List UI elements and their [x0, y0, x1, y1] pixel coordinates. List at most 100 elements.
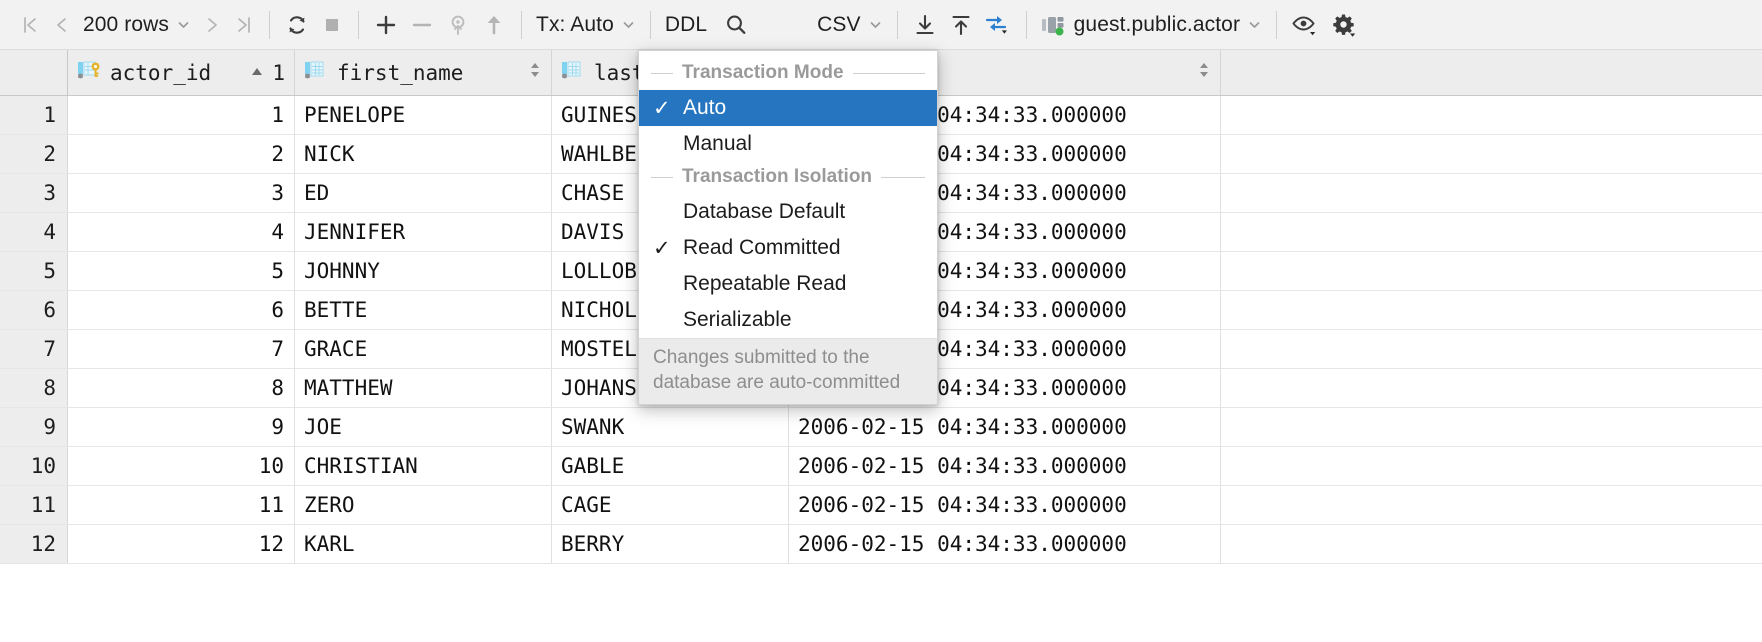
row-number-cell[interactable]: 4: [0, 213, 68, 251]
cell-first-name[interactable]: ED: [295, 174, 552, 212]
cell-first-name[interactable]: ZERO: [295, 486, 552, 524]
sort-toggle-icon[interactable]: [1197, 60, 1211, 85]
download-icon: [912, 12, 938, 38]
row-number-header: [0, 50, 68, 95]
cell-last-update[interactable]: 2006-02-15 04:34:33.000000: [789, 408, 1221, 446]
menu-section-title: Transaction Isolation: [639, 162, 937, 194]
sync-icon: [984, 12, 1012, 38]
cell-first-name[interactable]: PENELOPE: [295, 96, 552, 134]
cell-actor-id[interactable]: 5: [68, 252, 295, 290]
menu-sections: Transaction Mode ✓Auto Manual Transaction I…: [639, 58, 937, 338]
cell-last-name[interactable]: SWANK: [552, 408, 789, 446]
stop-button[interactable]: [315, 8, 349, 42]
menu-item-read-committed[interactable]: ✓Read Committed: [639, 230, 937, 266]
cell-last-name[interactable]: BERRY: [552, 525, 789, 563]
prev-page-button[interactable]: [46, 8, 78, 42]
cell-actor-id[interactable]: 12: [68, 525, 295, 563]
table-row[interactable]: 99JOESWANK2006-02-15 04:34:33.000000: [0, 408, 1762, 447]
connection-dropdown[interactable]: guest.public.actor: [1036, 8, 1267, 42]
table-row[interactable]: 1111ZEROCAGE2006-02-15 04:34:33.000000: [0, 486, 1762, 525]
eye-icon: [1291, 12, 1319, 38]
gear-icon: [1329, 12, 1359, 38]
revert-button[interactable]: [440, 8, 476, 42]
import-data-button[interactable]: [943, 8, 979, 42]
column-header-actor-id[interactable]: actor_id 1: [68, 50, 295, 95]
refresh-button[interactable]: [279, 8, 315, 42]
row-number-cell[interactable]: 9: [0, 408, 68, 446]
sync-dropdown-button[interactable]: [979, 8, 1017, 42]
data-grid-window: 200 rows: [0, 0, 1762, 642]
add-row-button[interactable]: [368, 8, 404, 42]
commit-button[interactable]: [476, 8, 512, 42]
menu-item-label: Serializable: [683, 308, 792, 332]
cell-first-name[interactable]: MATTHEW: [295, 369, 552, 407]
export-format-dropdown[interactable]: CSV: [812, 8, 887, 42]
connection-label: guest.public.actor: [1074, 13, 1240, 37]
cell-actor-id[interactable]: 9: [68, 408, 295, 446]
cell-actor-id[interactable]: 10: [68, 447, 295, 485]
cell-first-name[interactable]: JENNIFER: [295, 213, 552, 251]
row-number-cell[interactable]: 3: [0, 174, 68, 212]
row-number-cell[interactable]: 7: [0, 330, 68, 368]
menu-separator-line: [853, 73, 925, 74]
menu-item-database-default[interactable]: Database Default: [639, 194, 937, 230]
row-number-cell[interactable]: 6: [0, 291, 68, 329]
database-icon: [1041, 14, 1067, 36]
menu-item-repeatable-read[interactable]: Repeatable Read: [639, 266, 937, 302]
cell-actor-id[interactable]: 11: [68, 486, 295, 524]
row-number-cell[interactable]: 1: [0, 96, 68, 134]
cell-last-name[interactable]: CAGE: [552, 486, 789, 524]
cell-first-name[interactable]: CHRISTIAN: [295, 447, 552, 485]
menu-item-label: Database Default: [683, 200, 845, 224]
cell-last-update[interactable]: 2006-02-15 04:34:33.000000: [789, 525, 1221, 563]
cell-actor-id[interactable]: 2: [68, 135, 295, 173]
cell-actor-id[interactable]: 1: [68, 96, 295, 134]
toolbar-separator: [269, 11, 270, 39]
table-row[interactable]: 1212KARLBERRY2006-02-15 04:34:33.000000: [0, 525, 1762, 564]
cell-actor-id[interactable]: 4: [68, 213, 295, 251]
ddl-button[interactable]: DDL: [660, 8, 712, 42]
ddl-label: DDL: [665, 13, 707, 37]
toolbar-separator: [650, 11, 651, 39]
menu-item-label: Read Committed: [683, 236, 841, 260]
cell-last-name[interactable]: GABLE: [552, 447, 789, 485]
cell-first-name[interactable]: KARL: [295, 525, 552, 563]
cell-last-update[interactable]: 2006-02-15 04:34:33.000000: [789, 447, 1221, 485]
cell-first-name[interactable]: NICK: [295, 135, 552, 173]
cell-actor-id[interactable]: 6: [68, 291, 295, 329]
menu-separator-line: [881, 177, 925, 178]
menu-item-serializable[interactable]: Serializable: [639, 302, 937, 338]
row-number-cell[interactable]: 2: [0, 135, 68, 173]
cell-actor-id[interactable]: 3: [68, 174, 295, 212]
sort-toggle-icon[interactable]: [528, 60, 542, 85]
settings-button[interactable]: [1324, 8, 1364, 42]
row-number-cell[interactable]: 12: [0, 525, 68, 563]
cell-actor-id[interactable]: 7: [68, 330, 295, 368]
rows-count-dropdown[interactable]: 200 rows: [78, 8, 196, 42]
transaction-mode-dropdown[interactable]: Tx: Auto: [531, 8, 641, 42]
row-number-cell[interactable]: 10: [0, 447, 68, 485]
next-page-button[interactable]: [196, 8, 228, 42]
row-number-cell[interactable]: 8: [0, 369, 68, 407]
column-header-first-name[interactable]: first_name: [295, 50, 552, 95]
preview-button[interactable]: [1286, 8, 1324, 42]
cell-first-name[interactable]: BETTE: [295, 291, 552, 329]
menu-item-label: Manual: [683, 132, 752, 156]
menu-item-manual[interactable]: Manual: [639, 126, 937, 162]
export-data-button[interactable]: [907, 8, 943, 42]
row-number-cell[interactable]: 11: [0, 486, 68, 524]
menu-item-auto[interactable]: ✓Auto: [639, 90, 937, 126]
cell-actor-id[interactable]: 8: [68, 369, 295, 407]
row-number-cell[interactable]: 5: [0, 252, 68, 290]
table-row[interactable]: 1010CHRISTIANGABLE2006-02-15 04:34:33.00…: [0, 447, 1762, 486]
cell-last-update[interactable]: 2006-02-15 04:34:33.000000: [789, 486, 1221, 524]
cell-first-name[interactable]: JOE: [295, 408, 552, 446]
last-page-button[interactable]: [228, 8, 260, 42]
cell-first-name[interactable]: JOHNNY: [295, 252, 552, 290]
search-button[interactable]: [718, 8, 754, 42]
menu-section-label: Transaction Mode: [682, 62, 844, 84]
cell-first-name[interactable]: GRACE: [295, 330, 552, 368]
delete-row-button[interactable]: [404, 8, 440, 42]
first-page-button[interactable]: [14, 8, 46, 42]
menu-item-label: Auto: [683, 96, 726, 120]
